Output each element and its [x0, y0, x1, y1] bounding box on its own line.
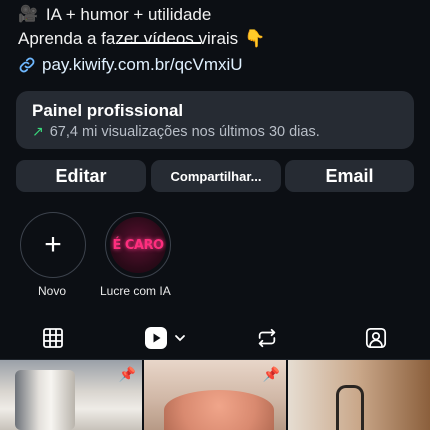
profile-link-text: pay.kiwify.com.br/qcVmxiU: [42, 55, 243, 74]
pin-icon: 📌: [262, 366, 280, 382]
bio-line-1: 🎥 IA + humor + utilidade: [18, 4, 211, 26]
reel-thumbnail[interactable]: 📌: [144, 360, 286, 430]
new-highlight-button[interactable]: +: [20, 212, 86, 278]
email-button[interactable]: Email: [285, 160, 414, 192]
bio-text-2: Aprenda a fazer vídeos virais: [18, 29, 239, 48]
highlight-lucre-com-ia[interactable]: É CARO: [105, 212, 171, 278]
panel-subtitle-text: 67,4 mi visualizações nos últimos 30 dia…: [49, 123, 320, 140]
tab-reposts[interactable]: [246, 316, 288, 360]
plus-icon: +: [44, 228, 62, 261]
reel-thumbnail[interactable]: 📌: [0, 360, 142, 430]
bio-text-1: IA + humor + utilidade: [45, 5, 212, 24]
tagged-icon: [365, 327, 387, 349]
reels-icon: [145, 327, 167, 349]
profile-tabs: [0, 316, 430, 360]
tab-tagged[interactable]: [355, 316, 397, 360]
blender-image: [15, 370, 75, 430]
professional-dashboard[interactable]: Painel profissional ↗ 67,4 mi visualizaç…: [16, 91, 414, 149]
panel-subtitle: ↗ 67,4 mi visualizações nos últimos 30 d…: [32, 123, 320, 140]
food-image: [164, 390, 274, 430]
panel-title: Painel profissional: [32, 101, 184, 120]
chevron-down-icon: [175, 335, 185, 342]
highlight-label-novo: Novo: [38, 284, 67, 298]
tab-reels[interactable]: [140, 316, 190, 360]
highlight-cover-text: É CARO: [112, 237, 164, 253]
profile-link[interactable]: pay.kiwify.com.br/qcVmxiU: [18, 55, 243, 75]
highlight-label-lucre: Lucre com IA: [100, 284, 171, 298]
tab-grid[interactable]: [33, 316, 73, 360]
handle-image: [336, 385, 364, 430]
link-icon: [19, 57, 35, 73]
share-button[interactable]: Compartilhar...: [151, 160, 281, 192]
highlight-cover: É CARO: [110, 217, 166, 273]
grid-icon: [43, 328, 63, 348]
trend-up-icon: ↗: [32, 123, 44, 139]
pin-icon: 📌: [118, 366, 136, 382]
bio-line-2: Aprenda a fazer vídeos virais 👇: [18, 28, 265, 50]
reel-thumbnail[interactable]: [288, 360, 430, 430]
video-camera-icon: 🎥: [18, 6, 38, 23]
active-tab-indicator: [119, 42, 201, 44]
edit-button[interactable]: Editar: [16, 160, 146, 192]
pointing-down-icon: 👇: [244, 29, 266, 48]
repost-icon: [258, 328, 276, 348]
